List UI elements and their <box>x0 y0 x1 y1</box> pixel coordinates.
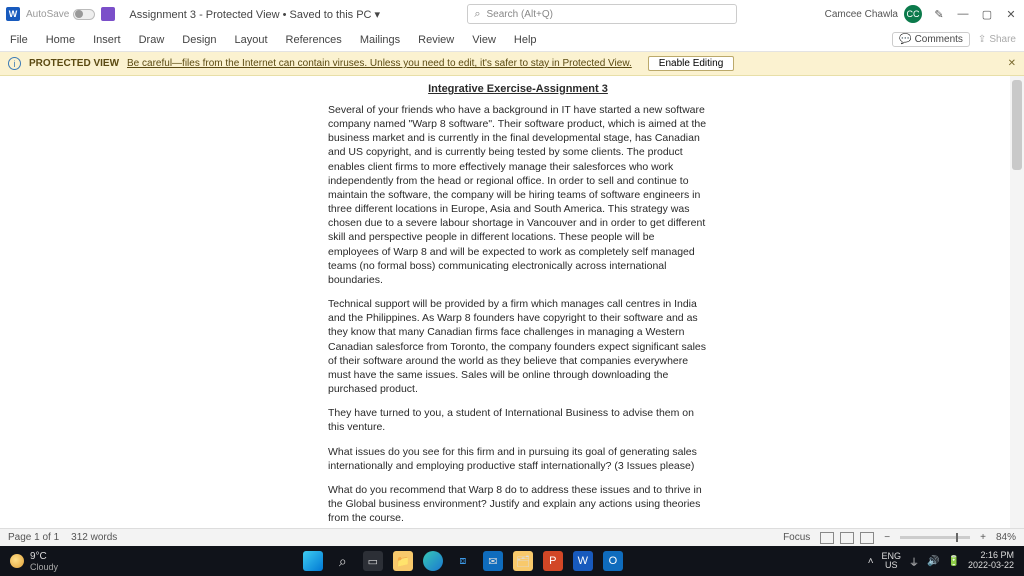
language-indicator[interactable]: ENG US <box>882 552 902 570</box>
zoom-slider[interactable] <box>900 536 970 539</box>
word-taskbar-icon[interactable]: W <box>573 551 593 571</box>
maximize-icon[interactable]: ▢ <box>980 8 994 21</box>
chevron-up-icon[interactable]: ˄ <box>868 556 874 567</box>
ribbon-tabs: File Home Insert Draw Design Layout Refe… <box>0 28 1024 52</box>
weather-cond: Cloudy <box>30 562 58 572</box>
tab-references[interactable]: References <box>284 31 344 49</box>
status-words[interactable]: 312 words <box>71 532 117 543</box>
status-bar: Page 1 of 1 312 words Focus − + 84% <box>0 528 1024 546</box>
explorer-icon[interactable]: 📁 <box>393 551 413 571</box>
share-button[interactable]: ⇪ Share <box>978 34 1016 45</box>
protected-view-message: Be careful—files from the Internet can c… <box>127 58 632 69</box>
tab-file[interactable]: File <box>8 31 30 49</box>
doc-para: What do you recommend that Warp 8 do to … <box>328 483 708 526</box>
edge-icon[interactable] <box>423 551 443 571</box>
protected-view-label: PROTECTED VIEW <box>29 58 119 69</box>
battery-icon[interactable]: 🔋 <box>948 556 960 567</box>
status-page[interactable]: Page 1 of 1 <box>8 532 59 543</box>
share-icon: ⇪ <box>978 34 986 45</box>
zoom-in-icon[interactable]: + <box>980 532 986 543</box>
doc-heading: Integrative Exercise-Assignment 3 <box>328 82 708 97</box>
start-button-icon[interactable] <box>303 551 323 571</box>
pen-icon[interactable]: ✎ <box>932 8 946 21</box>
tab-mailings[interactable]: Mailings <box>358 31 402 49</box>
zoom-out-icon[interactable]: − <box>884 532 890 543</box>
powerpoint-icon[interactable]: P <box>543 551 563 571</box>
close-bar-icon[interactable]: ✕ <box>1008 58 1016 69</box>
mail-icon[interactable]: ✉ <box>483 551 503 571</box>
scrollbar-thumb[interactable] <box>1012 80 1022 170</box>
tab-review[interactable]: Review <box>416 31 456 49</box>
protected-view-bar: i PROTECTED VIEW Be careful—files from t… <box>0 52 1024 76</box>
tab-layout[interactable]: Layout <box>233 31 270 49</box>
view-read-icon[interactable] <box>820 532 834 544</box>
avatar: CC <box>904 5 922 23</box>
autosave-toggle[interactable]: AutoSave <box>26 9 95 20</box>
taskbar-clock[interactable]: 2:16 PM 2022-03-22 <box>968 551 1014 571</box>
user-account[interactable]: Camcee Chawla CC <box>825 5 922 23</box>
view-web-icon[interactable] <box>860 532 874 544</box>
comments-label: Comments <box>915 34 963 45</box>
word-app-icon: W <box>6 7 20 21</box>
view-mode-icons <box>820 532 874 544</box>
save-icon[interactable] <box>101 7 115 21</box>
system-tray: ˄ ENG US ⏚ 🔊 🔋 2:16 PM 2022-03-22 <box>858 551 1024 571</box>
dropbox-icon[interactable]: ⧈ <box>453 551 473 571</box>
share-label: Share <box>989 34 1016 45</box>
document-title[interactable]: Assignment 3 - Protected View • Saved to… <box>129 8 380 21</box>
view-print-icon[interactable] <box>840 532 854 544</box>
weather-temp: 9°C <box>30 551 58 562</box>
search-input[interactable]: ⌕ Search (Alt+Q) <box>467 4 737 24</box>
title-bar: W AutoSave Assignment 3 - Protected View… <box>0 0 1024 28</box>
taskbar-search-icon[interactable]: ⌕ <box>333 551 353 571</box>
document-page: Integrative Exercise-Assignment 3 Severa… <box>300 76 736 528</box>
doc-para: They have turned to you, a student of In… <box>328 406 708 434</box>
taskbar-weather[interactable]: 9°C Cloudy <box>0 551 68 572</box>
enable-editing-button[interactable]: Enable Editing <box>648 56 735 71</box>
minimize-icon[interactable]: ― <box>956 8 970 20</box>
windows-taskbar: 9°C Cloudy ⌕ ▭ 📁 ⧈ ✉ 🗂 P W O ˄ ENG US ⏚ … <box>0 546 1024 576</box>
status-focus[interactable]: Focus <box>783 532 810 543</box>
comments-button[interactable]: 💬 Comments <box>892 32 970 47</box>
doc-para: Technical support will be provided by a … <box>328 297 708 396</box>
tab-design[interactable]: Design <box>180 31 218 49</box>
comment-icon: 💬 <box>899 34 911 45</box>
volume-icon[interactable]: 🔊 <box>927 556 939 567</box>
doc-para: What issues do you see for this firm and… <box>328 445 708 473</box>
folder-icon[interactable]: 🗂 <box>513 551 533 571</box>
search-icon: ⌕ <box>474 8 480 21</box>
tab-draw[interactable]: Draw <box>137 31 167 49</box>
task-view-icon[interactable]: ▭ <box>363 551 383 571</box>
tab-home[interactable]: Home <box>44 31 77 49</box>
outlook-icon[interactable]: O <box>603 551 623 571</box>
tab-insert[interactable]: Insert <box>91 31 123 49</box>
zoom-percent[interactable]: 84% <box>996 532 1016 543</box>
doc-para: Several of your friends who have a backg… <box>328 103 708 287</box>
autosave-label: AutoSave <box>26 9 69 20</box>
info-icon: i <box>8 57 21 70</box>
user-name: Camcee Chawla <box>825 9 898 20</box>
toggle-off-icon[interactable] <box>73 9 95 20</box>
close-icon[interactable]: ✕ <box>1004 8 1018 21</box>
weather-icon <box>10 554 24 568</box>
wifi-icon[interactable]: ⏚ <box>909 554 919 569</box>
document-area: Integrative Exercise-Assignment 3 Severa… <box>0 76 1024 528</box>
search-placeholder: Search (Alt+Q) <box>487 9 553 20</box>
tab-help[interactable]: Help <box>512 31 539 49</box>
vertical-scrollbar[interactable] <box>1010 76 1024 528</box>
tab-view[interactable]: View <box>470 31 498 49</box>
